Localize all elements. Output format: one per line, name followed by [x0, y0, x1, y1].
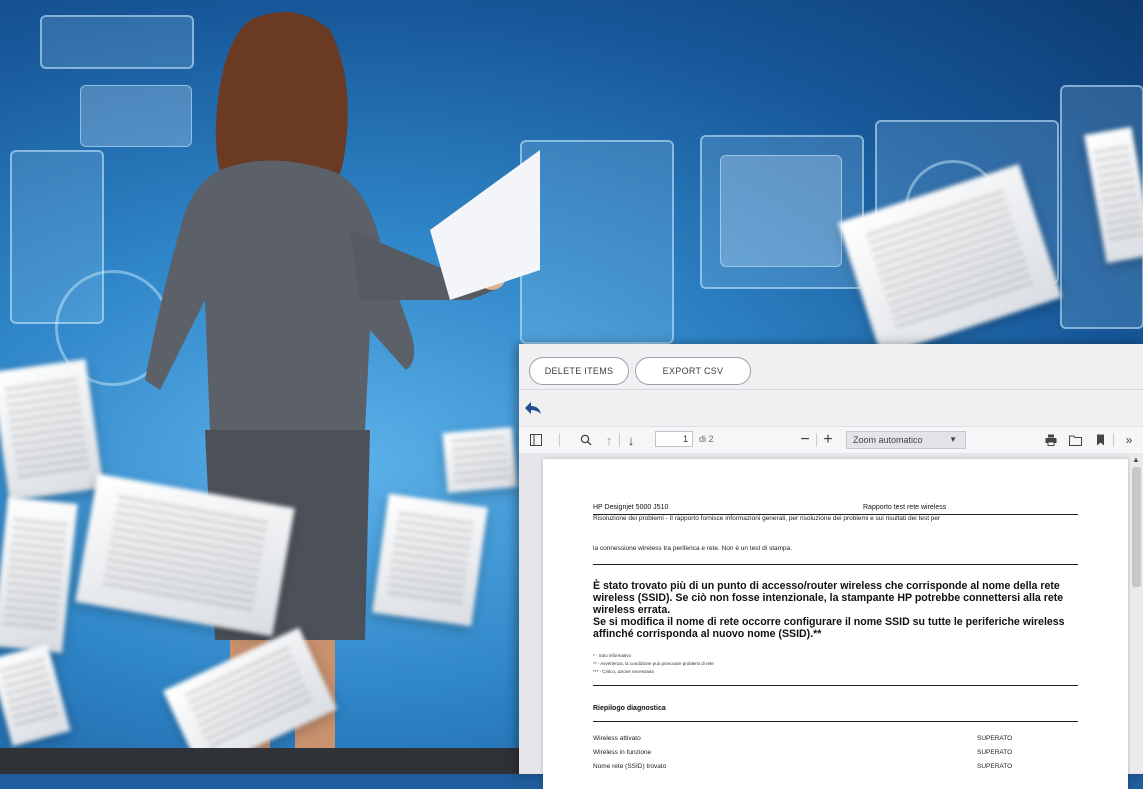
flying-paper — [838, 164, 1062, 356]
sidebar-toggle-icon[interactable] — [525, 427, 547, 453]
arrow-up-icon[interactable]: ↑ — [601, 427, 617, 453]
toolbar-separator — [816, 433, 817, 447]
export-csv-button[interactable]: EXPORT CSV — [635, 357, 751, 385]
folder-icon[interactable] — [1067, 427, 1083, 453]
minus-icon[interactable]: − — [797, 427, 813, 453]
flying-paper — [442, 427, 518, 493]
scroll-up-icon[interactable]: ▲ — [1132, 455, 1140, 464]
back-arrow-icon[interactable] — [523, 400, 543, 416]
divider — [593, 564, 1078, 565]
holo-panel — [720, 155, 842, 267]
pdf-page: HP Designjet 5000 J510 Rapporto test ret… — [543, 459, 1128, 789]
divider — [519, 389, 1143, 390]
businesswoman-figure — [145, 12, 540, 760]
pdf-toolbar: ↑ ↓ 1 di 2 − + Zoom automatico ▼ » — [519, 426, 1143, 454]
toolbar-separator — [619, 433, 620, 447]
diagnostics-summary-title: Riepilogo diagnostica — [593, 705, 666, 712]
intro-text-line1: Risoluzione dei problemi - Il rapporto f… — [593, 515, 941, 522]
diag-row-label: Wireless attivato — [593, 735, 641, 742]
flying-paper — [0, 359, 104, 501]
arrow-down-icon[interactable]: ↓ — [623, 427, 639, 453]
legend-critical: *** - Critico, azione necessaria — [593, 669, 654, 674]
print-icon[interactable] — [1043, 427, 1059, 453]
vertical-scrollbar[interactable]: ▲ — [1130, 453, 1143, 774]
bottom-caption-bar — [0, 748, 520, 774]
page-number-input[interactable]: 1 — [655, 431, 693, 447]
diag-row-result: SUPERATO — [977, 735, 1013, 742]
diag-row-result: SUPERATO — [977, 763, 1013, 770]
chevron-down-icon: ▼ — [949, 435, 957, 444]
pdf-viewer: HP Designjet 5000 J510 Rapporto test ret… — [519, 453, 1143, 789]
report-title: Rapporto test rete wireless — [863, 504, 947, 511]
toolbar-separator — [559, 433, 560, 447]
legend-info: * - Solo informativo — [593, 653, 632, 658]
flying-paper — [372, 493, 488, 627]
intro-text-line2: la connessione wireless tra periferica e… — [593, 545, 793, 552]
flying-paper — [0, 496, 78, 654]
divider — [593, 685, 1078, 686]
diag-row-result: SUPERATO — [977, 749, 1013, 756]
printer-model: HP Designjet 5000 J510 — [593, 504, 669, 511]
search-icon[interactable] — [577, 427, 595, 453]
page-total-label: di 2 — [699, 434, 714, 444]
action-bar: DELETE ITEMS EXPORT CSV — [529, 357, 751, 385]
zoom-select[interactable]: Zoom automatico ▼ — [846, 431, 966, 449]
legend-warning: ** - Avvertenza, la condizione può provo… — [593, 661, 714, 666]
diag-row-label: Wireless in funzione — [593, 749, 652, 756]
bookmark-icon[interactable] — [1093, 427, 1107, 453]
report-panel: DELETE ITEMS EXPORT CSV ↑ ↓ 1 di 2 − + Z… — [519, 344, 1143, 789]
diag-row-label: Nome rete (SSID) trovato — [593, 763, 667, 770]
scrollbar-thumb[interactable] — [1132, 467, 1141, 587]
flying-paper — [0, 643, 71, 747]
holo-panel — [520, 140, 674, 344]
divider — [593, 721, 1078, 722]
delete-items-button[interactable]: DELETE ITEMS — [529, 357, 629, 385]
plus-icon[interactable]: + — [820, 427, 836, 453]
warning-message: È stato trovato più di un punto di acces… — [593, 580, 1065, 640]
zoom-value: Zoom automatico — [853, 435, 923, 445]
toolbar-separator — [1113, 433, 1114, 447]
double-chevron-right-icon[interactable]: » — [1119, 427, 1139, 453]
